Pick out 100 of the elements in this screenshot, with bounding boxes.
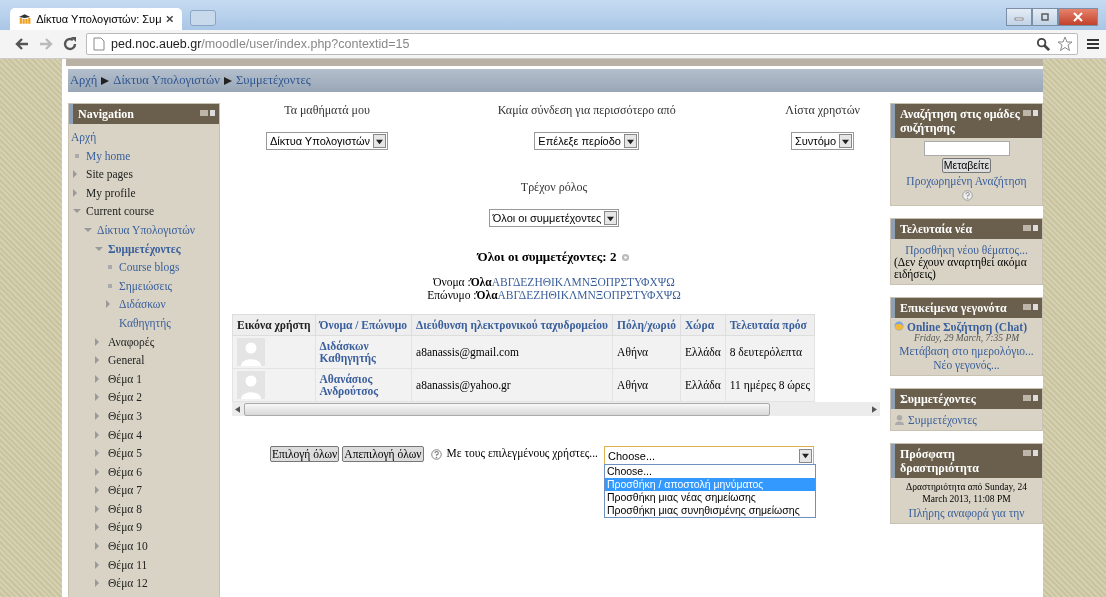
- expanded-arrow-icon[interactable]: [84, 227, 92, 232]
- horizontal-scrollbar[interactable]: [232, 402, 880, 416]
- collapsed-arrow-icon[interactable]: [95, 449, 99, 458]
- collapsed-arrow-icon[interactable]: [95, 374, 99, 383]
- dropdown-option[interactable]: Προσθήκη μιας νέας σημείωσης: [604, 491, 815, 504]
- bulk-action-dropdown[interactable]: Choose...: [603, 446, 814, 465]
- search-button[interactable]: Μεταβείτε: [941, 158, 992, 173]
- nav-item[interactable]: Θέμα 6: [108, 462, 142, 482]
- collapsed-arrow-icon[interactable]: [95, 467, 99, 476]
- collapsed-arrow-icon[interactable]: [95, 337, 99, 346]
- block-link[interactable]: Προσθήκη νέου θέματος...: [905, 244, 1028, 256]
- column-header[interactable]: Χώρα: [680, 314, 726, 336]
- forward-icon[interactable]: [38, 36, 54, 52]
- search-field[interactable]: [923, 141, 1010, 156]
- role-dropdown[interactable]: Όλοι οι συμμετέχοντες: [488, 209, 620, 227]
- nav-item[interactable]: Θέμα 9: [108, 518, 142, 538]
- expanded-arrow-icon[interactable]: [95, 246, 103, 251]
- collapsed-arrow-icon[interactable]: [95, 486, 99, 495]
- nav-item[interactable]: Σημειώσεις: [119, 276, 173, 296]
- nav-item[interactable]: Διδάσκων Καθηγητής: [119, 295, 219, 333]
- collapsed-arrow-icon[interactable]: [95, 560, 99, 569]
- nav-item[interactable]: Θέμα 3: [108, 406, 142, 426]
- nav-item[interactable]: Θέμα 11: [108, 555, 148, 575]
- nav-item[interactable]: My home: [86, 146, 131, 166]
- initial-letters-links[interactable]: ΑΒΓΔΕΖΗΘΙΚΛΜΝΞΟΠΡΣΤΥΦΧΨΩ: [497, 289, 681, 301]
- nav-item[interactable]: General: [108, 351, 145, 370]
- column-header[interactable]: Πόλη/χωριό: [612, 314, 681, 336]
- column-header[interactable]: Τελευταία πρόσ: [725, 314, 815, 336]
- block-controls-icon[interactable]: [1023, 110, 1038, 116]
- select-button[interactable]: Επιλογή όλων: [270, 446, 340, 462]
- collapsed-arrow-icon[interactable]: [106, 300, 110, 309]
- nav-item[interactable]: Course blogs: [119, 258, 180, 277]
- nav-item[interactable]: Θέμα 4: [108, 425, 142, 445]
- collapsed-arrow-icon[interactable]: [73, 170, 77, 179]
- menu-icon[interactable]: [1086, 37, 1100, 51]
- browser-tab[interactable]: Δίκτυα Υπολογιστών: Συμ: [10, 8, 182, 30]
- breadcrumb-link[interactable]: Αρχή: [70, 73, 98, 88]
- collapsed-arrow-icon[interactable]: [95, 430, 99, 439]
- block-link[interactable]: Μετάβαση στο ημερολόγιο...: [899, 345, 1034, 357]
- collapsed-arrow-icon[interactable]: [95, 393, 99, 402]
- dropdown-option[interactable]: Choose...: [604, 465, 815, 478]
- nav-item[interactable]: Θέμα 10: [108, 537, 148, 556]
- close-tab-icon[interactable]: [166, 15, 174, 23]
- block-link[interactable]: Πλήρης αναφορά για την: [908, 507, 1025, 519]
- close-window-button[interactable]: [1058, 8, 1098, 26]
- nav-item[interactable]: Θέμα 7: [108, 481, 142, 500]
- column-header[interactable]: Όνομα / Επώνυμο: [315, 314, 412, 336]
- block-controls-icon[interactable]: [1023, 304, 1038, 310]
- nav-item[interactable]: Θέμα 12: [108, 574, 148, 593]
- block-controls-icon[interactable]: [1023, 395, 1038, 401]
- block-controls-icon[interactable]: [200, 110, 215, 116]
- back-icon[interactable]: [14, 36, 30, 52]
- block-link[interactable]: Νέο γεγονός...: [933, 359, 1000, 371]
- address-bar[interactable]: ped.noc.aueb.gr/moodle/user/index.php?contextid=15: [86, 33, 1078, 55]
- all-initials-filter[interactable]: Όλα: [476, 289, 498, 301]
- expanded-arrow-icon[interactable]: [73, 209, 81, 214]
- nav-item[interactable]: Θέμα 5: [108, 444, 142, 463]
- collapsed-arrow-icon[interactable]: [95, 504, 99, 513]
- nav-item[interactable]: My profile: [86, 183, 136, 203]
- scroll-left-icon[interactable]: [235, 405, 240, 413]
- dropdown-option[interactable]: Προσθήκη μιας συνηθισμένης σημείωσης: [604, 504, 815, 517]
- breadcrumb-link[interactable]: Συμμετέχοντες: [235, 73, 311, 88]
- collapsed-arrow-icon[interactable]: [95, 542, 99, 551]
- nav-item[interactable]: Current course: [86, 202, 155, 221]
- select-button[interactable]: Απεπιλογή όλων: [342, 446, 424, 462]
- nav-item[interactable]: Site pages: [86, 165, 133, 184]
- nav-item[interactable]: Θέμα 8: [108, 499, 142, 519]
- reload-icon[interactable]: [62, 36, 78, 52]
- block-link[interactable]: Προχωρημένη Αναζήτηση: [906, 175, 1027, 187]
- breadcrumb-link[interactable]: Δίκτυα Υπολογιστών: [113, 73, 220, 88]
- user-name-link[interactable]: Αθανάσιος Ανδρούτσος: [315, 368, 412, 402]
- help-icon[interactable]: [962, 190, 973, 201]
- zoom-icon[interactable]: [1036, 36, 1051, 52]
- nav-item[interactable]: Αρχή: [71, 128, 97, 147]
- collapsed-arrow-icon[interactable]: [95, 579, 99, 588]
- user-name-link[interactable]: Διδάσκων Καθηγητής: [315, 335, 412, 369]
- restore-button[interactable]: [1032, 8, 1058, 26]
- gear-icon[interactable]: [621, 252, 631, 262]
- initial-letters-links[interactable]: ΑΒΓΔΕΖΗΘΙΚΛΜΝΞΟΠΡΣΤΥΦΧΨΩ: [491, 276, 675, 288]
- column-header[interactable]: Διεύθυνση ηλεκτρονικού ταχυδρομείου: [411, 314, 613, 336]
- block-link[interactable]: Συμμετέχοντες: [908, 414, 977, 426]
- event-link[interactable]: Online Συζήτηση (Chat): [907, 321, 1027, 333]
- block-controls-icon[interactable]: [1023, 450, 1038, 456]
- collapsed-arrow-icon[interactable]: [95, 523, 99, 532]
- nav-item[interactable]: Αναφορές: [108, 332, 155, 352]
- collapsed-arrow-icon[interactable]: [95, 411, 99, 420]
- collapsed-arrow-icon[interactable]: [95, 356, 99, 365]
- block-controls-icon[interactable]: [1023, 225, 1038, 231]
- nav-item[interactable]: Θέμα 2: [108, 388, 142, 407]
- scroll-right-icon[interactable]: [872, 405, 877, 413]
- minimize-button[interactable]: [1006, 8, 1032, 26]
- star-icon[interactable]: [1057, 36, 1073, 52]
- filter-dropdown[interactable]: Συντόμο: [791, 132, 855, 150]
- nav-item[interactable]: Θέμα 1: [108, 369, 142, 389]
- collapsed-arrow-icon[interactable]: [73, 188, 77, 197]
- new-tab-button[interactable]: [190, 10, 216, 26]
- all-initials-filter[interactable]: Όλα: [470, 276, 492, 288]
- nav-item[interactable]: Δίκτυα Υπολογιστών: [97, 220, 196, 240]
- filter-dropdown[interactable]: Επέλεξε περίοδο: [534, 132, 639, 150]
- nav-item[interactable]: Συμμετέχοντες: [108, 239, 181, 259]
